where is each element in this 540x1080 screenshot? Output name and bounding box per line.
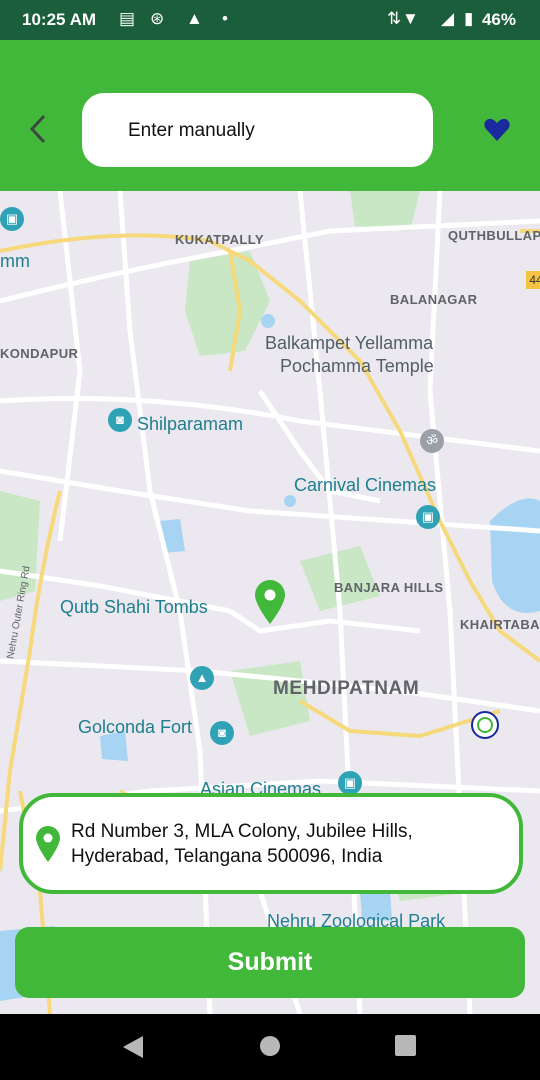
- address-text: Rd Number 3, MLA Colony, Jubilee Hills, …: [71, 821, 413, 867]
- wifi-icon: ▼: [402, 9, 419, 28]
- camera-icon[interactable]: ◙: [210, 721, 234, 745]
- map-label-balkampet-2: Pochamma Temple: [280, 356, 434, 376]
- address-card[interactable]: Rd Number 3, MLA Colony, Jubilee Hills, …: [19, 793, 523, 894]
- map-label-golconda: Golconda Fort: [78, 717, 193, 737]
- battery-level: 46%: [481, 10, 516, 29]
- map-label-mm: mm: [0, 251, 30, 271]
- location-pin-icon[interactable]: [254, 579, 286, 625]
- status-bar: 10:25 AM ▤ ⊛ ▲ • ⇅ ▼ ◢ ▮ 46%: [0, 0, 540, 40]
- signal-icon: ◢: [441, 9, 455, 28]
- map-label-balanagar: BALANAGAR: [390, 292, 478, 307]
- camera-icon[interactable]: ◙: [108, 408, 132, 432]
- monument-icon[interactable]: ▲: [190, 666, 214, 690]
- current-location-icon[interactable]: [470, 710, 500, 740]
- map-label-shilparamam: Shilparamam: [137, 414, 244, 434]
- cinema-icon[interactable]: ▣: [416, 505, 440, 529]
- map-label-qutb-shahi: Qutb Shahi Tombs: [60, 597, 208, 617]
- search-input[interactable]: Enter manually: [82, 93, 433, 167]
- search-input-text: Enter manually: [128, 120, 255, 141]
- data-arrows-icon: ⇅: [387, 9, 402, 28]
- temple-icon[interactable]: ॐ: [420, 429, 444, 453]
- map-label-kukatpally: KUKATPALLY: [175, 232, 264, 247]
- address-pin-icon: [36, 826, 60, 862]
- circle-home-icon[interactable]: [259, 1035, 281, 1057]
- dot-icon: •: [222, 9, 228, 28]
- highway-shield: 44: [526, 271, 540, 289]
- map-label-carnival-cinemas: Carnival Cinemas: [294, 475, 437, 495]
- transit-icon[interactable]: ▣: [0, 207, 24, 231]
- square-recents-icon[interactable]: [395, 1035, 416, 1056]
- cinema-icon[interactable]: ▣: [338, 771, 362, 795]
- sync-icon: ⊛: [150, 9, 165, 28]
- battery-icon: ▮: [464, 9, 474, 28]
- heart-icon[interactable]: [484, 118, 510, 142]
- submit-button[interactable]: Submit: [15, 927, 525, 998]
- map-label-khairtabad: KHAIRTABAD: [460, 617, 540, 632]
- message-icon: ▤: [119, 9, 136, 28]
- back-button[interactable]: [22, 112, 56, 146]
- triangle-back-icon[interactable]: [122, 1035, 144, 1059]
- map-label-banjara-hills: BANJARA HILLS: [334, 580, 444, 595]
- warning-icon: ▲: [186, 9, 203, 28]
- map-label-mehdipatnam: MEHDIPATNAM: [273, 678, 420, 699]
- status-time: 10:25 AM: [22, 10, 97, 29]
- chevron-left-icon: [29, 114, 46, 144]
- map-label-balkampet-1: Balkampet Yellamma: [265, 333, 434, 353]
- map-label-quthbullapur: QUTHBULLAPU: [448, 228, 540, 243]
- map-label-kondapur: KONDAPUR: [0, 346, 79, 361]
- header-bar: Enter manually: [0, 40, 540, 191]
- system-nav-bar: [0, 1014, 540, 1080]
